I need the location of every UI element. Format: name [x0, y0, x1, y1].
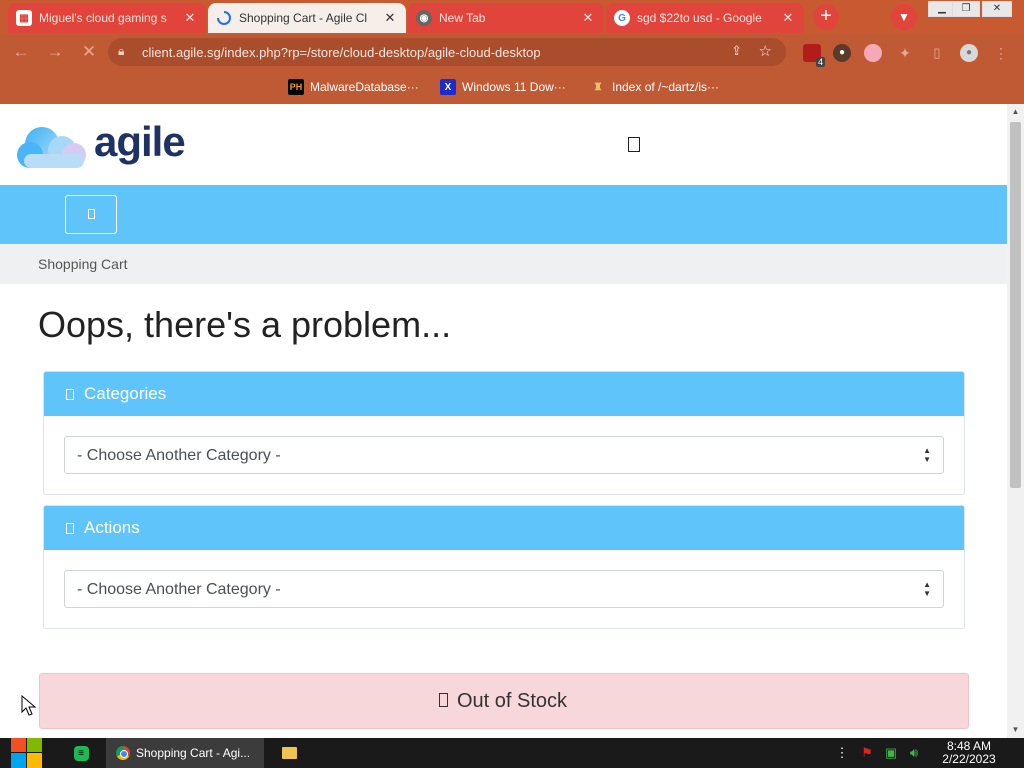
menu-toggle-button[interactable] — [65, 195, 117, 234]
browser-chrome: ▦ Miguel's cloud gaming s ✕ Shopping Car… — [0, 0, 1024, 104]
network-icon[interactable]: ▣ — [882, 738, 900, 768]
windows-start-icon[interactable] — [8, 738, 46, 768]
flag-extension-icon[interactable] — [864, 44, 882, 62]
actions-select[interactable]: - Choose Another Category - ▲ ▼ — [64, 570, 944, 608]
url-text[interactable]: client.agile.sg/index.php?rp=/store/clou… — [142, 45, 541, 60]
tab-google-search[interactable]: G sgd $22to usd - Google ✕ — [606, 3, 804, 33]
close-window-button[interactable]: ✕ — [982, 1, 1012, 17]
extensions-puzzle-icon[interactable]: ✦ — [896, 44, 914, 62]
chrome-icon — [116, 746, 130, 760]
bookmark-label: MalwareDatabase··· — [310, 80, 419, 94]
loading-spinner-icon — [216, 10, 232, 26]
bookmark-malware-database[interactable]: PH MalwareDatabase··· — [288, 78, 419, 96]
select-value: - Choose Another Category - — [77, 447, 281, 464]
taskbar-window-title: Shopping Cart - Agi... — [136, 746, 251, 760]
volume-icon[interactable]: 🔊︎ — [905, 738, 923, 768]
scroll-up-icon[interactable]: ▲ — [1007, 104, 1024, 120]
avatar-extension-icon[interactable]: ● — [833, 44, 851, 62]
tab-title: Miguel's cloud gaming s — [39, 11, 167, 25]
tab-miguels-cloud-gaming[interactable]: ▦ Miguel's cloud gaming s ✕ — [8, 3, 206, 33]
system-clock[interactable]: 8:48 AM 2/22/2023 — [930, 740, 1008, 766]
browser-menu-icon[interactable]: ⋮ — [992, 44, 1010, 62]
side-panel-icon[interactable]: ▯ — [928, 44, 946, 62]
extension-badge: 4 — [815, 57, 825, 67]
breadcrumb-bar: Shopping Cart — [0, 244, 1007, 284]
actions-icon — [66, 523, 74, 534]
stop-loading-button[interactable]: ✕ — [78, 42, 100, 64]
cloud-logo-icon[interactable] — [14, 122, 92, 170]
panel-header: Actions — [44, 506, 964, 550]
categories-panel: Categories - Choose Another Category - ▲… — [43, 371, 965, 495]
scroll-thumb[interactable] — [1010, 122, 1021, 488]
profile-avatar-icon[interactable]: ● — [960, 44, 978, 62]
hamburger-icon — [88, 209, 95, 219]
bookmark-label: Windows 11 Dow··· — [462, 80, 566, 94]
tab-shopping-cart[interactable]: Shopping Cart - Agile Cl ✕ — [208, 3, 406, 33]
breadcrumb: Shopping Cart — [38, 256, 128, 272]
tab-new-tab[interactable]: ◉ New Tab ✕ — [408, 3, 604, 33]
panel-header: Categories — [44, 372, 964, 416]
file-explorer-icon[interactable] — [276, 738, 302, 768]
sheets-icon: ▦ — [16, 10, 32, 26]
out-of-stock-alert: Out of Stock — [39, 673, 969, 729]
share-icon[interactable]: ⇪ — [731, 43, 742, 59]
panel-title: Actions — [84, 518, 140, 537]
bookmarks-bar: PH MalwareDatabase··· X Windows 11 Dow··… — [0, 70, 1024, 104]
mouse-cursor-icon — [21, 695, 37, 716]
windows-taskbar: ≡ Shopping Cart - Agi... ⋮ ⚑ ▣ 🔊︎ 8:48 A… — [0, 738, 1024, 768]
select-caret-icon: ▲ ▼ — [923, 580, 931, 598]
scroll-down-icon[interactable]: ▼ — [1007, 722, 1024, 738]
close-icon[interactable]: ✕ — [382, 10, 398, 26]
yellow-figure-icon: ♜ — [593, 81, 603, 93]
close-icon[interactable]: ✕ — [580, 10, 596, 26]
bookmark-label: Index of /~dartz/is··· — [612, 80, 720, 94]
site-header: agile — [0, 104, 1007, 185]
x-icon: X — [440, 79, 456, 95]
tab-search-button[interactable]: ▼ — [891, 4, 917, 30]
taskbar-chrome-window[interactable]: Shopping Cart - Agi... — [106, 738, 264, 768]
google-icon: G — [614, 10, 630, 26]
select-value: - Choose Another Category - — [77, 581, 281, 598]
tray-overflow-icon[interactable]: ⋮ — [834, 738, 850, 768]
out-of-stock-label: Out of Stock — [457, 690, 568, 712]
tab-title: sgd $22to usd - Google — [637, 11, 762, 25]
lock-icon[interactable]: 🔒︎ — [118, 44, 124, 59]
address-bar[interactable]: 🔒︎ client.agile.sg/index.php?rp=/store/c… — [108, 38, 786, 66]
missing-glyph-icon[interactable] — [628, 137, 640, 152]
bookmark-star-icon[interactable]: ☆ — [759, 42, 772, 60]
forward-button[interactable]: → — [44, 42, 66, 64]
page-scrollbar[interactable]: ▲ ▼ — [1007, 104, 1024, 738]
tab-title: New Tab — [439, 11, 486, 25]
warning-icon — [439, 693, 448, 707]
clock-date: 2/22/2023 — [942, 752, 996, 766]
tab-strip: ▦ Miguel's cloud gaming s ✕ Shopping Car… — [0, 0, 1024, 34]
tab-title: Shopping Cart - Agile Cl — [239, 11, 368, 25]
page-viewport: agile Shopping Cart Oops, there's a prob… — [0, 104, 1007, 738]
ublock-extension-icon[interactable]: 4 — [803, 44, 825, 67]
action-center-flag-icon[interactable]: ⚑ — [858, 738, 876, 768]
select-caret-icon: ▲ ▼ — [923, 446, 931, 464]
close-icon[interactable]: ✕ — [182, 10, 198, 26]
panel-title: Categories — [84, 384, 167, 403]
back-button[interactable]: ← — [10, 42, 32, 64]
restore-button[interactable]: ❐ — [952, 1, 980, 17]
page-title: Oops, there's a problem... — [38, 304, 452, 345]
actions-panel: Actions - Choose Another Category - ▲ ▼ — [43, 505, 965, 629]
close-icon[interactable]: ✕ — [780, 10, 796, 26]
new-tab-button[interactable]: + — [813, 4, 839, 30]
site-logo[interactable]: agile — [94, 118, 186, 166]
chrome-icon: ◉ — [416, 10, 432, 26]
spotify-icon[interactable]: ≡ — [68, 738, 94, 768]
bookmark-windows-11[interactable]: X Windows 11 Dow··· — [440, 78, 566, 96]
nav-bar — [0, 185, 1007, 244]
category-select[interactable]: - Choose Another Category - ▲ ▼ — [64, 436, 944, 474]
categories-icon — [66, 389, 74, 400]
bookmark-index-of-dartz[interactable]: ♜ Index of /~dartz/is··· — [590, 78, 720, 96]
ph-icon: PH — [288, 79, 304, 95]
